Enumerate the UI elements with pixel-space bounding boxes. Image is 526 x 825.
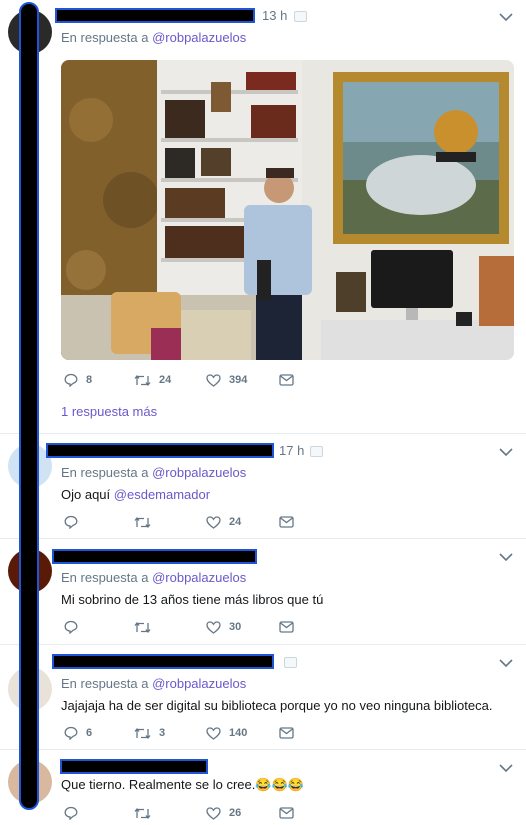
chevron-down-icon[interactable]	[499, 659, 513, 668]
redacted-username	[52, 549, 257, 564]
tweet-2[interactable]: 17 h En respuesta a @robpalazuelos Ojo a…	[0, 434, 526, 539]
reply-icon	[64, 620, 78, 634]
mention-link[interactable]: @esdemamador	[114, 487, 210, 502]
reply-handle-link[interactable]: @robpalazuelos	[152, 570, 246, 585]
retweet-button[interactable]	[134, 804, 159, 822]
like-count: 24	[229, 516, 242, 528]
chevron-down-icon[interactable]	[499, 448, 513, 457]
reply-context: En respuesta a @robpalazuelos	[61, 465, 246, 480]
retweet-button[interactable]	[134, 618, 159, 636]
reply-prefix: En respuesta a	[61, 465, 149, 480]
reply-context: En respuesta a @robpalazuelos	[61, 570, 246, 585]
redacted-username	[46, 443, 274, 458]
reply-icon	[64, 726, 78, 740]
heart-icon	[206, 373, 221, 387]
tweet-5[interactable]: Que tierno. Realmente se lo cree.😂😂😂 26	[0, 750, 526, 825]
reply-icon	[64, 515, 78, 529]
chevron-down-icon[interactable]	[499, 13, 513, 22]
dm-button[interactable]	[279, 804, 294, 822]
reply-context: En respuesta a @robpalazuelos	[61, 30, 246, 45]
reply-count: 6	[86, 727, 93, 739]
redacted-username	[60, 759, 208, 774]
tweet-text: Ojo aquí @esdemamador	[61, 487, 210, 502]
like-button[interactable]: 394	[206, 371, 247, 389]
office-photo-image	[61, 60, 514, 360]
dm-button[interactable]	[279, 371, 294, 389]
like-button[interactable]: 24	[206, 513, 241, 531]
reply-button[interactable]: 6	[64, 724, 92, 742]
reply-icon	[64, 806, 78, 820]
heart-icon	[206, 806, 221, 820]
heart-icon	[206, 515, 221, 529]
redacted-username	[52, 654, 274, 669]
reply-button[interactable]: 8	[64, 371, 92, 389]
dm-button[interactable]	[279, 513, 294, 531]
envelope-icon	[279, 621, 294, 633]
retweet-icon	[134, 516, 151, 528]
like-button[interactable]: 26	[206, 804, 241, 822]
tweet-4[interactable]: En respuesta a @robpalazuelos Jajajaja h…	[0, 645, 526, 750]
reply-count: 8	[86, 374, 93, 386]
reply-prefix: En respuesta a	[61, 30, 149, 45]
badge-icon	[294, 11, 307, 22]
tweet-actions: 6 3 140	[61, 724, 361, 742]
tweet-text-prefix: Ojo aquí	[61, 487, 111, 502]
badge-icon	[310, 446, 323, 457]
reply-handle-link[interactable]: @robpalazuelos	[152, 465, 246, 480]
more-replies-link[interactable]: 1 respuesta más	[61, 404, 157, 419]
reply-prefix: En respuesta a	[61, 676, 149, 691]
tweet-photo[interactable]	[61, 60, 514, 360]
retweet-icon	[134, 727, 151, 739]
badge-icon	[284, 657, 297, 668]
heart-icon	[206, 620, 221, 634]
chevron-down-icon[interactable]	[499, 764, 513, 773]
tweet-actions: 24	[61, 513, 361, 531]
reply-context: En respuesta a @robpalazuelos	[61, 676, 246, 691]
reply-button[interactable]	[64, 804, 86, 822]
reply-handle-link[interactable]: @robpalazuelos	[152, 676, 246, 691]
retweet-icon	[134, 807, 151, 819]
retweet-count: 3	[159, 727, 166, 739]
retweet-button[interactable]: 24	[134, 371, 171, 389]
like-count: 394	[229, 374, 248, 386]
dm-button[interactable]	[279, 724, 294, 742]
tweet-text: Que tierno. Realmente se lo cree.😂😂😂	[61, 777, 304, 792]
redaction-thread-bar	[19, 2, 39, 810]
retweet-icon	[134, 374, 151, 386]
reply-button[interactable]	[64, 513, 86, 531]
like-button[interactable]: 140	[206, 724, 247, 742]
dm-button[interactable]	[279, 618, 294, 636]
retweet-icon	[134, 621, 151, 633]
envelope-icon	[279, 374, 294, 386]
retweet-count: 24	[159, 374, 172, 386]
reply-handle-link[interactable]: @robpalazuelos	[152, 30, 246, 45]
tweet-text: Jajajaja ha de ser digital su biblioteca…	[61, 698, 493, 713]
redacted-username	[55, 8, 255, 23]
tweet-1[interactable]: 13 h En respuesta a @robpalazuelos 8 24 …	[0, 0, 526, 434]
like-count: 26	[229, 807, 242, 819]
reply-icon	[64, 373, 78, 387]
envelope-icon	[279, 727, 294, 739]
envelope-icon	[279, 807, 294, 819]
envelope-icon	[279, 516, 294, 528]
heart-icon	[206, 726, 221, 740]
retweet-button[interactable]	[134, 513, 159, 531]
tweet-actions: 30	[61, 618, 361, 636]
reply-prefix: En respuesta a	[61, 570, 149, 585]
like-count: 140	[229, 727, 248, 739]
like-count: 30	[229, 621, 242, 633]
like-button[interactable]: 30	[206, 618, 241, 636]
tweet-text: Mi sobrino de 13 años tiene más libros q…	[61, 592, 324, 607]
tweet-actions: 26	[61, 804, 361, 822]
timestamp[interactable]: 13 h	[262, 8, 287, 23]
chevron-down-icon[interactable]	[499, 553, 513, 562]
tweet-actions: 8 24 394	[61, 371, 361, 389]
timestamp[interactable]: 17 h	[279, 443, 304, 458]
tweet-3[interactable]: En respuesta a @robpalazuelos Mi sobrino…	[0, 539, 526, 645]
retweet-button[interactable]: 3	[134, 724, 165, 742]
reply-button[interactable]	[64, 618, 86, 636]
